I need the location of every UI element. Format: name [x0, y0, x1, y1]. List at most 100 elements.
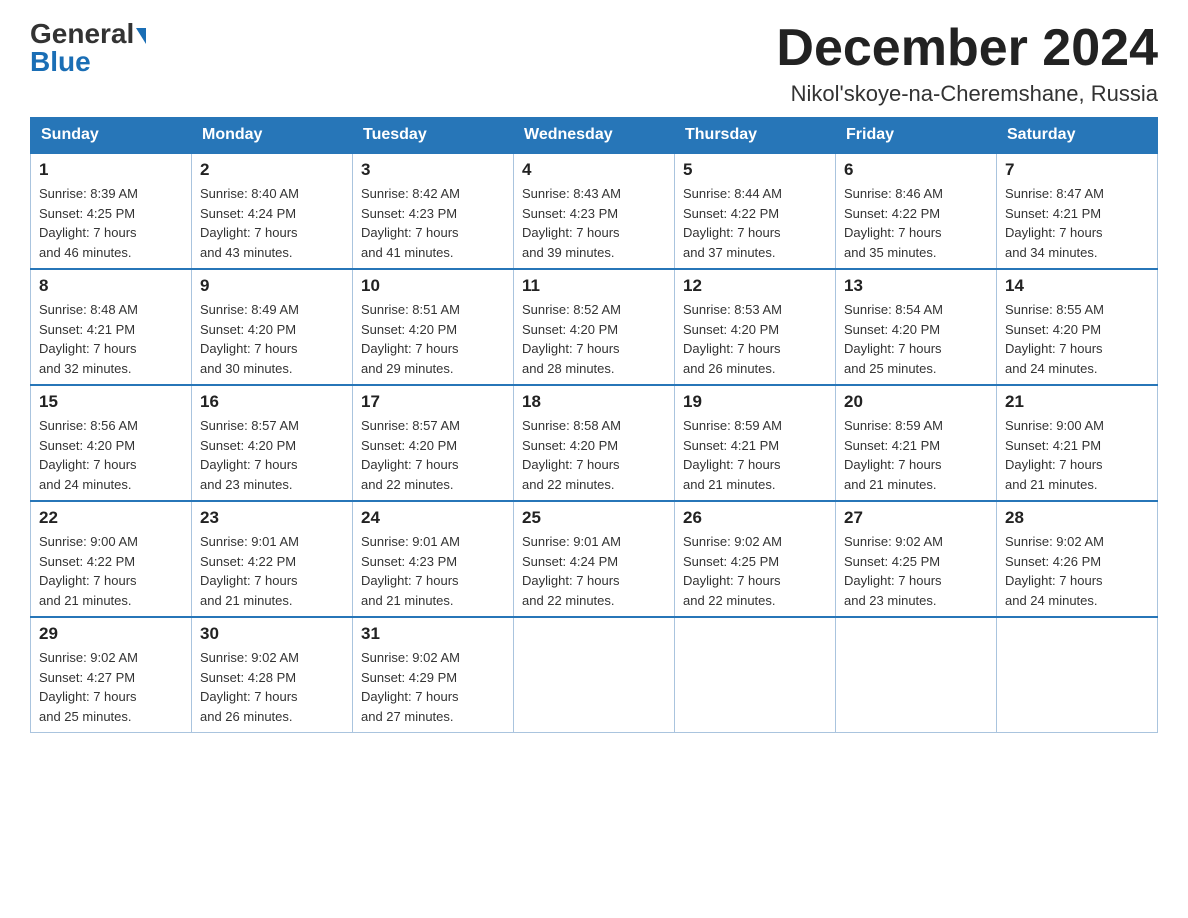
calendar-cell: 13 Sunrise: 8:54 AMSunset: 4:20 PMDayligh…	[836, 269, 997, 385]
week-row-5: 29 Sunrise: 9:02 AMSunset: 4:27 PMDayligh…	[31, 617, 1158, 733]
day-info: Sunrise: 8:39 AMSunset: 4:25 PMDaylight:…	[39, 184, 183, 262]
calendar-cell: 29 Sunrise: 9:02 AMSunset: 4:27 PMDayligh…	[31, 617, 192, 733]
calendar-cell	[675, 617, 836, 733]
calendar-cell: 27 Sunrise: 9:02 AMSunset: 4:25 PMDayligh…	[836, 501, 997, 617]
calendar-cell	[514, 617, 675, 733]
day-number: 4	[522, 160, 666, 180]
day-info: Sunrise: 8:40 AMSunset: 4:24 PMDaylight:…	[200, 184, 344, 262]
calendar-cell: 25 Sunrise: 9:01 AMSunset: 4:24 PMDayligh…	[514, 501, 675, 617]
week-row-1: 1Sunrise: 8:39 AMSunset: 4:25 PMDaylight…	[31, 153, 1158, 269]
day-info: Sunrise: 8:42 AMSunset: 4:23 PMDaylight:…	[361, 184, 505, 262]
day-number: 6	[844, 160, 988, 180]
day-number: 17	[361, 392, 505, 412]
day-info: Sunrise: 8:57 AMSunset: 4:20 PMDaylight:…	[361, 416, 505, 494]
col-header-friday: Friday	[836, 118, 997, 154]
day-info: Sunrise: 8:55 AMSunset: 4:20 PMDaylight:…	[1005, 300, 1149, 378]
calendar-cell: 24Sunrise: 9:01 AMSunset: 4:23 PMDayligh…	[353, 501, 514, 617]
day-number: 14	[1005, 276, 1149, 296]
col-header-monday: Monday	[192, 118, 353, 154]
day-info: Sunrise: 9:02 AMSunset: 4:26 PMDaylight:…	[1005, 532, 1149, 610]
calendar-cell: 9 Sunrise: 8:49 AMSunset: 4:20 PMDaylight…	[192, 269, 353, 385]
calendar-table: SundayMondayTuesdayWednesdayThursdayFrid…	[30, 117, 1158, 733]
calendar-cell: 10Sunrise: 8:51 AMSunset: 4:20 PMDayligh…	[353, 269, 514, 385]
day-number: 18	[522, 392, 666, 412]
day-info: Sunrise: 9:01 AMSunset: 4:23 PMDaylight:…	[361, 532, 505, 610]
month-title: December 2024	[776, 20, 1158, 77]
calendar-cell	[997, 617, 1158, 733]
day-info: Sunrise: 9:02 AMSunset: 4:29 PMDaylight:…	[361, 648, 505, 726]
calendar-cell: 8 Sunrise: 8:48 AMSunset: 4:21 PMDaylight…	[31, 269, 192, 385]
day-number: 25	[522, 508, 666, 528]
day-info: Sunrise: 8:58 AMSunset: 4:20 PMDaylight:…	[522, 416, 666, 494]
day-number: 12	[683, 276, 827, 296]
day-info: Sunrise: 9:00 AMSunset: 4:22 PMDaylight:…	[39, 532, 183, 610]
week-row-4: 22 Sunrise: 9:00 AMSunset: 4:22 PMDayligh…	[31, 501, 1158, 617]
day-info: Sunrise: 8:54 AMSunset: 4:20 PMDaylight:…	[844, 300, 988, 378]
day-number: 2	[200, 160, 344, 180]
day-info: Sunrise: 8:43 AMSunset: 4:23 PMDaylight:…	[522, 184, 666, 262]
day-info: Sunrise: 8:47 AMSunset: 4:21 PMDaylight:…	[1005, 184, 1149, 262]
calendar-cell: 20 Sunrise: 8:59 AMSunset: 4:21 PMDayligh…	[836, 385, 997, 501]
day-info: Sunrise: 8:48 AMSunset: 4:21 PMDaylight:…	[39, 300, 183, 378]
day-number: 28	[1005, 508, 1149, 528]
calendar-cell: 30Sunrise: 9:02 AMSunset: 4:28 PMDayligh…	[192, 617, 353, 733]
day-number: 9	[200, 276, 344, 296]
col-header-sunday: Sunday	[31, 118, 192, 154]
day-number: 8	[39, 276, 183, 296]
day-number: 30	[200, 624, 344, 644]
day-info: Sunrise: 8:57 AMSunset: 4:20 PMDaylight:…	[200, 416, 344, 494]
day-info: Sunrise: 8:51 AMSunset: 4:20 PMDaylight:…	[361, 300, 505, 378]
day-number: 31	[361, 624, 505, 644]
calendar-cell: 23Sunrise: 9:01 AMSunset: 4:22 PMDayligh…	[192, 501, 353, 617]
calendar-cell	[836, 617, 997, 733]
day-number: 23	[200, 508, 344, 528]
calendar-cell: 18 Sunrise: 8:58 AMSunset: 4:20 PMDayligh…	[514, 385, 675, 501]
calendar-cell: 11Sunrise: 8:52 AMSunset: 4:20 PMDayligh…	[514, 269, 675, 385]
calendar-cell: 7 Sunrise: 8:47 AMSunset: 4:21 PMDaylight…	[997, 153, 1158, 269]
day-number: 22	[39, 508, 183, 528]
page-header: General Blue December 2024 Nikol'skoye-n…	[30, 20, 1158, 107]
day-number: 27	[844, 508, 988, 528]
calendar-cell: 1Sunrise: 8:39 AMSunset: 4:25 PMDaylight…	[31, 153, 192, 269]
logo-general: General	[30, 20, 146, 48]
calendar-cell: 12 Sunrise: 8:53 AMSunset: 4:20 PMDayligh…	[675, 269, 836, 385]
col-header-wednesday: Wednesday	[514, 118, 675, 154]
day-info: Sunrise: 8:52 AMSunset: 4:20 PMDaylight:…	[522, 300, 666, 378]
day-info: Sunrise: 9:02 AMSunset: 4:25 PMDaylight:…	[844, 532, 988, 610]
day-info: Sunrise: 8:53 AMSunset: 4:20 PMDaylight:…	[683, 300, 827, 378]
col-header-saturday: Saturday	[997, 118, 1158, 154]
calendar-cell: 26 Sunrise: 9:02 AMSunset: 4:25 PMDayligh…	[675, 501, 836, 617]
day-info: Sunrise: 9:00 AMSunset: 4:21 PMDaylight:…	[1005, 416, 1149, 494]
col-header-thursday: Thursday	[675, 118, 836, 154]
day-info: Sunrise: 9:01 AMSunset: 4:24 PMDaylight:…	[522, 532, 666, 610]
calendar-cell: 31 Sunrise: 9:02 AMSunset: 4:29 PMDayligh…	[353, 617, 514, 733]
logo-blue: Blue	[30, 48, 91, 76]
day-number: 26	[683, 508, 827, 528]
calendar-cell: 28 Sunrise: 9:02 AMSunset: 4:26 PMDayligh…	[997, 501, 1158, 617]
day-info: Sunrise: 8:59 AMSunset: 4:21 PMDaylight:…	[844, 416, 988, 494]
day-number: 19	[683, 392, 827, 412]
calendar-cell: 19Sunrise: 8:59 AMSunset: 4:21 PMDayligh…	[675, 385, 836, 501]
calendar-cell: 15Sunrise: 8:56 AMSunset: 4:20 PMDayligh…	[31, 385, 192, 501]
week-row-2: 8 Sunrise: 8:48 AMSunset: 4:21 PMDaylight…	[31, 269, 1158, 385]
calendar-cell: 4 Sunrise: 8:43 AMSunset: 4:23 PMDaylight…	[514, 153, 675, 269]
day-number: 20	[844, 392, 988, 412]
col-header-tuesday: Tuesday	[353, 118, 514, 154]
day-info: Sunrise: 9:02 AMSunset: 4:27 PMDaylight:…	[39, 648, 183, 726]
calendar-header-row: SundayMondayTuesdayWednesdayThursdayFrid…	[31, 118, 1158, 154]
day-info: Sunrise: 8:46 AMSunset: 4:22 PMDaylight:…	[844, 184, 988, 262]
calendar-cell: 6 Sunrise: 8:46 AMSunset: 4:22 PMDaylight…	[836, 153, 997, 269]
calendar-cell: 5Sunrise: 8:44 AMSunset: 4:22 PMDaylight…	[675, 153, 836, 269]
calendar-cell: 22 Sunrise: 9:00 AMSunset: 4:22 PMDayligh…	[31, 501, 192, 617]
day-number: 29	[39, 624, 183, 644]
calendar-cell: 3Sunrise: 8:42 AMSunset: 4:23 PMDaylight…	[353, 153, 514, 269]
calendar-cell: 14 Sunrise: 8:55 AMSunset: 4:20 PMDayligh…	[997, 269, 1158, 385]
day-number: 7	[1005, 160, 1149, 180]
day-number: 21	[1005, 392, 1149, 412]
day-number: 13	[844, 276, 988, 296]
calendar-cell: 16Sunrise: 8:57 AMSunset: 4:20 PMDayligh…	[192, 385, 353, 501]
day-info: Sunrise: 8:49 AMSunset: 4:20 PMDaylight:…	[200, 300, 344, 378]
day-info: Sunrise: 9:02 AMSunset: 4:25 PMDaylight:…	[683, 532, 827, 610]
week-row-3: 15Sunrise: 8:56 AMSunset: 4:20 PMDayligh…	[31, 385, 1158, 501]
location-title: Nikol'skoye-na-Cheremshane, Russia	[776, 81, 1158, 107]
